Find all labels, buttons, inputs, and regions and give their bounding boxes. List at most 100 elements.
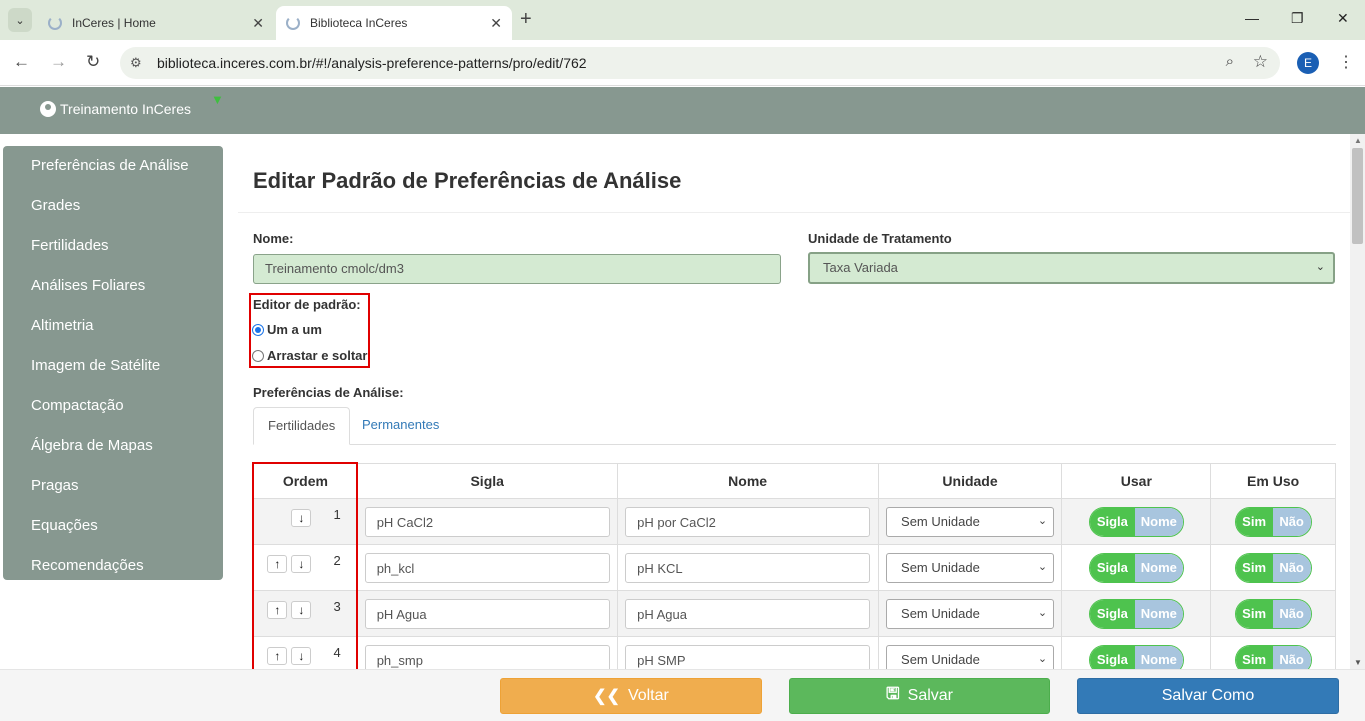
tab-permanentes[interactable]: Permanentes [348, 407, 453, 445]
unidade-value: Sem Unidade [901, 651, 980, 667]
salvar-como-label: Salvar Como [1161, 687, 1255, 704]
profile-avatar[interactable]: E [1297, 52, 1319, 74]
bookmark-star-icon[interactable]: ☆ [1253, 52, 1268, 72]
page-scrollbar[interactable]: ▲ ▼ [1350, 134, 1365, 669]
sidebar-item-fertilidades[interactable]: Fertilidades [3, 226, 223, 266]
usar-toggle[interactable]: Sigla Nome [1088, 506, 1184, 537]
table-row: ↑ ↓ 3 pH Agua pH Agua Sem Unidade ⌄ Sigla N… [253, 590, 1336, 637]
toggle-on-label: Sigla [1089, 553, 1135, 582]
user-menu[interactable]: Treinamento InCeres [40, 101, 191, 117]
loading-icon [48, 16, 62, 30]
toggle-on-label: Sim [1235, 507, 1273, 536]
editor-padrao-label: Editor de padrão: [253, 297, 361, 312]
chevron-down-icon: ⌄ [1037, 514, 1048, 527]
sigla-input[interactable]: pH Agua [364, 598, 610, 629]
browser-menu-icon[interactable]: ⋮ [1338, 52, 1354, 72]
sigla-input[interactable]: pH CaCl2 [364, 506, 610, 537]
sidebar-item-compactacao[interactable]: Compactação [3, 386, 223, 426]
radio-arrastar-soltar[interactable]: Arrastar e soltar [252, 348, 367, 363]
header-em-uso: Em Uso [1210, 463, 1336, 499]
toggle-off-label: Não [1272, 507, 1311, 536]
toggle-off-label: Nome [1134, 553, 1183, 582]
connection-icon: ▼ [211, 92, 224, 107]
tab-title: InCeres | Home [72, 16, 156, 30]
scroll-down-icon[interactable]: ▼ [1354, 658, 1362, 667]
toggle-on-label: Sigla [1089, 599, 1135, 628]
table-row: ↑ ↓ 2 ph_kcl pH KCL Sem Unidade ⌄ Sigla Nom… [253, 544, 1336, 591]
preferences-table: Ordem Sigla Nome Unidade Usar Em Uso ↓ 1… [253, 463, 1336, 683]
chevron-down-icon: ⌄ [1037, 560, 1048, 573]
new-tab-button[interactable]: + [520, 8, 532, 31]
table-row: ↓ 1 pH CaCl2 pH por CaCl2 Sem Unidade ⌄ S… [253, 498, 1336, 545]
usar-toggle[interactable]: Sigla Nome [1088, 598, 1184, 629]
unidade-select[interactable]: Sem Unidade ⌄ [886, 552, 1055, 583]
usar-toggle[interactable]: Sigla Nome [1088, 552, 1184, 583]
salvar-como-button[interactable]: Salvar Como [1077, 678, 1339, 714]
nome-input[interactable]: pH Agua [625, 598, 871, 629]
sidebar-item-imagem-satelite[interactable]: Imagem de Satélite [3, 346, 223, 386]
browser-tab-home[interactable]: InCeres | Home ✕ [38, 6, 274, 40]
zoom-icon[interactable]: ⌕ [1226, 53, 1234, 70]
user-name: Treinamento InCeres [60, 101, 191, 117]
unidade-select[interactable]: Sem Unidade ⌄ [886, 598, 1055, 629]
scroll-up-icon[interactable]: ▲ [1354, 136, 1362, 145]
app-header: Treinamento InCeres ▼ [0, 87, 1365, 134]
toggle-off-label: Não [1272, 599, 1311, 628]
tab-fertilidades[interactable]: Fertilidades [253, 407, 351, 445]
salvar-label: Salvar [907, 687, 953, 704]
header-nome: Nome [616, 463, 879, 499]
nome-input[interactable]: pH KCL [625, 552, 871, 583]
close-icon[interactable]: ✕ [252, 15, 264, 32]
save-icon: 🖫 [886, 685, 900, 703]
back-icon[interactable]: ← [13, 52, 30, 72]
voltar-label: Voltar [627, 687, 669, 704]
sidebar-item-equacoes[interactable]: Equações [3, 506, 223, 546]
nome-input[interactable]: Treinamento cmolc/dm3 [253, 254, 781, 284]
toggle-off-label: Nome [1134, 599, 1183, 628]
em-uso-toggle[interactable]: Sim Não [1234, 552, 1312, 583]
sidebar-item-recomendacoes[interactable]: Recomendações [3, 546, 223, 586]
radio-selected-icon [252, 323, 264, 336]
chevron-down-icon: ⌄ [1315, 261, 1325, 273]
window-close-icon[interactable]: ✕ [1337, 10, 1349, 27]
toggle-on-label: Sigla [1089, 507, 1135, 536]
toggle-on-label: Sim [1235, 553, 1273, 582]
browser-tab-bar: ⌄ InCeres | Home ✕ Biblioteca InCeres ✕ … [0, 0, 1365, 40]
unidade-tratamento-select[interactable]: Taxa Variada ⌄ [808, 252, 1335, 284]
url-field[interactable]: ⚙ biblioteca.inceres.com.br/#!/analysis-… [120, 47, 1280, 79]
nome-input[interactable]: pH por CaCl2 [625, 506, 871, 537]
restore-icon[interactable]: ❐ [1291, 10, 1304, 27]
nome-label: Nome: [253, 231, 294, 246]
toggle-off-label: Nome [1134, 507, 1183, 536]
radio-label: Um a um [267, 322, 322, 337]
voltar-button[interactable]: ❮❮ Voltar [500, 678, 762, 714]
site-info-icon[interactable]: ⚙ [130, 55, 142, 71]
main-content: Editar Padrão de Preferências de Análise… [238, 134, 1350, 683]
radio-um-a-um[interactable]: Um a um [252, 322, 322, 337]
header-unidade: Unidade [877, 463, 1063, 499]
sigla-input[interactable]: ph_kcl [364, 552, 610, 583]
sidebar: Preferências de Análise Grades Fertilida… [3, 146, 223, 580]
tab-search-button[interactable]: ⌄ [8, 8, 32, 32]
salvar-button[interactable]: 🖫 Salvar [789, 678, 1050, 714]
sidebar-item-algebra-mapas[interactable]: Álgebra de Mapas [3, 426, 223, 466]
sidebar-item-pragas[interactable]: Pragas [3, 466, 223, 506]
em-uso-toggle[interactable]: Sim Não [1234, 598, 1312, 629]
em-uso-toggle[interactable]: Sim Não [1234, 506, 1312, 537]
preferencias-label: Preferências de Análise: [253, 385, 404, 400]
radio-label: Arrastar e soltar [267, 348, 368, 363]
reload-icon[interactable]: ↻ [86, 52, 100, 72]
close-icon[interactable]: ✕ [490, 15, 502, 32]
browser-tab-biblioteca[interactable]: Biblioteca InCeres ✕ [276, 6, 512, 40]
forward-icon[interactable]: → [50, 52, 67, 72]
sidebar-item-grades[interactable]: Grades [3, 186, 223, 226]
preferencias-tabs: Fertilidades Permanentes [253, 407, 1336, 445]
sidebar-item-analises-foliares[interactable]: Análises Foliares [3, 266, 223, 306]
sidebar-item-altimetria[interactable]: Altimetria [3, 306, 223, 346]
minimize-icon[interactable]: — [1245, 10, 1259, 26]
user-icon [40, 101, 56, 117]
sidebar-item-preferencias[interactable]: Preferências de Análise [3, 146, 223, 186]
unidade-select[interactable]: Sem Unidade ⌄ [886, 506, 1055, 537]
url-text: biblioteca.inceres.com.br/#!/analysis-pr… [157, 55, 587, 71]
scrollbar-thumb[interactable] [1352, 148, 1363, 244]
